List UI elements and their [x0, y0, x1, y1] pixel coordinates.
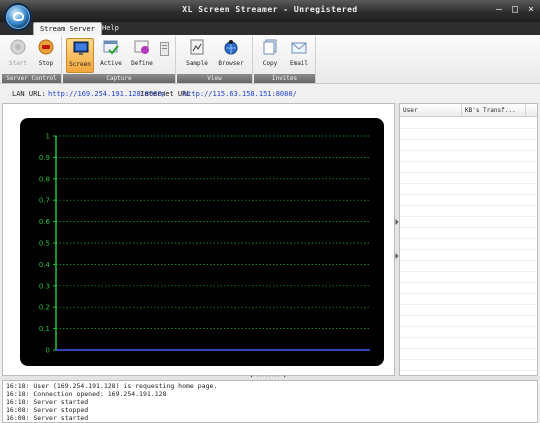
screen-button[interactable]: Screen [66, 38, 94, 73]
group-server-control: Start Stop Server Control [2, 36, 62, 83]
client-row-empty [400, 272, 537, 283]
client-row-empty [400, 151, 537, 162]
stop-label: Stop [38, 60, 54, 67]
ribbon-tab-strip: Stream Server Help [0, 22, 540, 35]
lan-url-label: LAN URL: [12, 90, 46, 98]
active-window-button[interactable]: Active [97, 38, 125, 73]
client-row-empty [400, 173, 537, 184]
y-tick-label: 1 [46, 133, 50, 141]
client-row-empty [400, 195, 537, 206]
start-icon [10, 39, 26, 55]
group-label-invites: Invites [254, 74, 315, 83]
sample-icon [190, 39, 204, 55]
browser-icon [224, 40, 238, 55]
y-tick-label: 0.7 [39, 197, 50, 205]
client-row-empty [400, 261, 537, 272]
group-view: Sample Browser View [177, 36, 253, 83]
copy-label: Copy [262, 60, 278, 67]
client-row-empty [400, 140, 537, 151]
copy-icon [263, 39, 277, 55]
column-kb-transferred[interactable]: KB's Transf... [462, 104, 526, 117]
minimize-button[interactable]: – [493, 4, 505, 16]
log-line: 16:18: User (169.254.191.128) is request… [6, 382, 218, 390]
client-row-empty [400, 206, 537, 217]
column-user[interactable]: User [400, 104, 462, 117]
chart-canvas: 0 0.1 0.2 0.3 0.4 0.5 0.6 0.7 0.8 0.9 1 [20, 118, 384, 366]
group-label-server-control: Server Control [2, 74, 61, 83]
client-row-empty [400, 228, 537, 239]
email-icon [291, 42, 307, 54]
sample-label: Sample [186, 60, 208, 67]
group-invites: Copy Email Invites [254, 36, 316, 83]
define-region-icon [134, 40, 149, 54]
title-bar: XL Screen Streamer - Unregistered – □ × [0, 0, 540, 22]
client-row-empty [400, 217, 537, 228]
chart-svg: 0 0.1 0.2 0.3 0.4 0.5 0.6 0.7 0.8 0.9 1 [39, 133, 370, 355]
log-line: 16:08: Server stopped [6, 406, 89, 414]
tab-help[interactable]: Help [96, 22, 125, 35]
client-row-empty [400, 316, 537, 327]
y-tick-label: 0.1 [39, 325, 50, 333]
client-row-empty [400, 327, 537, 338]
stop-icon [38, 39, 54, 55]
client-row-empty [400, 283, 537, 294]
y-tick-label: 0.2 [39, 304, 50, 312]
ribbon: Start Stop Server Control Screen Active … [0, 35, 540, 84]
y-tick-label: 0.9 [39, 154, 50, 162]
y-tick-label: 0 [46, 347, 50, 355]
url-bar: LAN URL: http://169.254.191.128:8080/ In… [0, 86, 540, 102]
client-row-empty [400, 294, 537, 305]
y-tick-label: 0.5 [39, 240, 50, 248]
maximize-button[interactable]: □ [509, 4, 521, 16]
group-capture: Screen Active Define Capture [63, 36, 176, 83]
log-line: 16:18: Connection opened: 169.254.191.12… [6, 390, 167, 398]
client-row-empty [400, 250, 537, 261]
log-line-selected: 16:08: Server started [6, 414, 89, 422]
email-button[interactable]: Email [285, 38, 313, 73]
close-button[interactable]: × [525, 4, 537, 16]
event-log[interactable]: 16:18: User (169.254.191.128) is request… [2, 380, 538, 423]
stop-button[interactable]: Stop [32, 38, 60, 73]
screen-label: Screen [69, 61, 91, 68]
client-row-empty [400, 305, 537, 316]
clients-list[interactable]: User KB's Transf... [399, 103, 538, 376]
app-menu-button[interactable] [4, 3, 32, 31]
options-icon [160, 42, 169, 56]
client-row-empty [400, 239, 537, 250]
client-row-empty [400, 338, 537, 349]
clients-header: User KB's Transf... [400, 104, 537, 117]
active-label: Active [100, 60, 122, 67]
email-label: Email [289, 60, 309, 67]
tab-stream-server[interactable]: Stream Server [33, 22, 102, 35]
client-row-empty [400, 118, 537, 129]
client-row-empty [400, 129, 537, 140]
log-line: 16:18: Server started [6, 398, 89, 406]
internet-url-link[interactable]: http://115.63.158.151:8080/ [183, 86, 297, 102]
group-label-view: View [177, 74, 252, 83]
client-row-empty [400, 162, 537, 173]
client-row-empty [400, 349, 537, 360]
define-region-button[interactable]: Define [128, 38, 156, 73]
y-tick-label: 0.4 [39, 261, 51, 269]
client-row-empty [400, 360, 537, 371]
browser-button[interactable]: Browser [217, 38, 245, 73]
y-tick-label: 0.3 [39, 282, 50, 290]
active-window-icon [103, 40, 119, 55]
y-tick-label: 0.6 [39, 218, 51, 226]
bandwidth-chart-panel: 0 0.1 0.2 0.3 0.4 0.5 0.6 0.7 0.8 0.9 1 [2, 103, 395, 376]
group-label-capture: Capture [63, 74, 175, 83]
start-button[interactable]: Start [4, 38, 32, 73]
window-title: XL Screen Streamer - Unregistered [182, 5, 358, 14]
app-logo-icon [13, 12, 24, 21]
monitor-icon [73, 41, 89, 55]
copy-button[interactable]: Copy [256, 38, 284, 73]
capture-options-button[interactable] [159, 38, 171, 73]
y-tick-label: 0.8 [39, 175, 50, 183]
client-row-empty [400, 184, 537, 195]
browser-label: Browser [218, 60, 244, 67]
define-label: Define [131, 60, 153, 67]
sample-button[interactable]: Sample [183, 38, 211, 73]
